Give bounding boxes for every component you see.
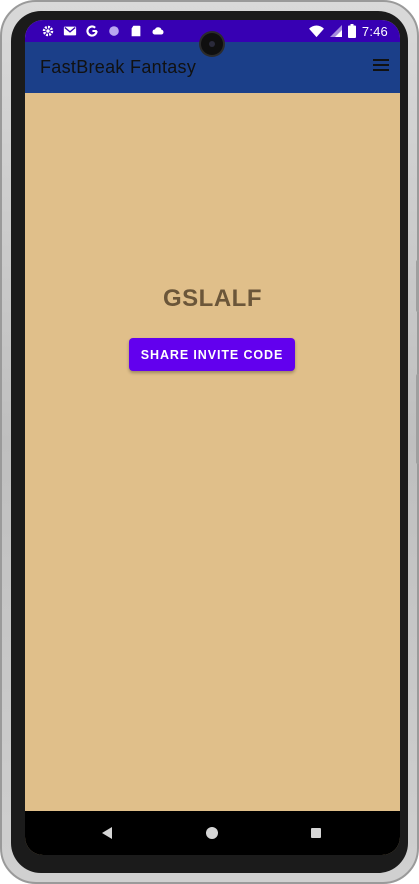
screen: 7:46 FastBreak Fantasy GSLALF SHARE INVI… — [25, 20, 400, 855]
main-content: GSLALF SHARE INVITE CODE — [25, 93, 400, 811]
wifi-icon — [308, 25, 324, 37]
back-icon[interactable] — [102, 827, 112, 839]
circle-icon — [109, 26, 119, 36]
gmail-icon — [63, 26, 77, 36]
invite-code-text: GSLALF — [163, 285, 262, 312]
battery-icon — [347, 24, 356, 38]
settings-icon — [42, 25, 54, 37]
google-icon — [86, 25, 98, 37]
phone-frame: 7:46 FastBreak Fantasy GSLALF SHARE INVI… — [0, 0, 419, 884]
share-invite-code-button[interactable]: SHARE INVITE CODE — [129, 338, 295, 371]
status-clock: 7:46 — [361, 23, 388, 39]
signal-icon — [329, 25, 342, 37]
front-camera — [201, 33, 223, 55]
cloud-icon — [152, 27, 164, 35]
notification-icons — [41, 23, 165, 39]
hamburger-menu-icon[interactable] — [372, 57, 390, 75]
app-title: FastBreak Fantasy — [40, 57, 197, 77]
sd-card-icon — [131, 25, 141, 37]
navigation-bar — [25, 811, 400, 855]
home-icon[interactable] — [206, 827, 218, 839]
recents-icon[interactable] — [311, 828, 321, 838]
system-icons: 7:46 — [308, 23, 388, 39]
